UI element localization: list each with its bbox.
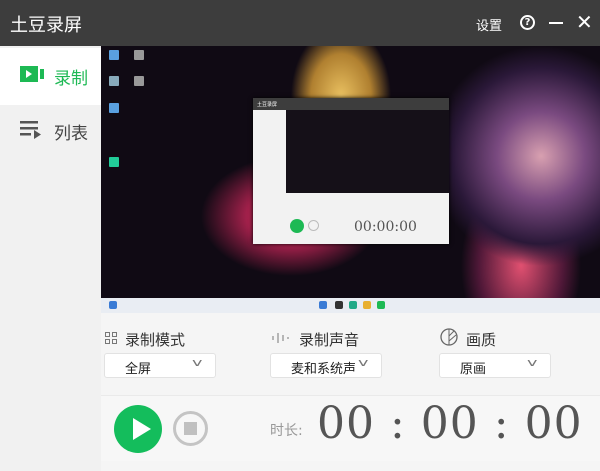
taskbar-icon	[377, 301, 385, 309]
nested-app-window: 土豆录屏 00:00:00	[253, 98, 449, 244]
minimize-icon[interactable]	[549, 22, 563, 24]
desktop-icon	[109, 50, 119, 60]
close-icon[interactable]: ✕	[576, 10, 593, 34]
app-title: 土豆录屏	[10, 15, 82, 36]
record-mode-select[interactable]: 全屏 v	[104, 353, 216, 378]
quality-group: 画质 原画 v	[439, 328, 551, 378]
sidebar-item-list[interactable]: 列表	[0, 103, 101, 160]
duration-timer: 00 : 00 : 00	[317, 398, 583, 449]
audio-wave-icon	[271, 330, 291, 348]
desktop-icon	[109, 76, 119, 86]
quality-icon	[440, 328, 458, 350]
record-audio-group: 录制声音 麦和系统声音v	[270, 329, 382, 378]
nested-preview	[286, 110, 449, 193]
record-audio-select[interactable]: 麦和系统声音v	[270, 353, 382, 378]
nested-stop	[308, 220, 319, 231]
taskbar-icon	[109, 301, 117, 309]
record-mode-label: 录制模式	[125, 330, 186, 349]
taskbar-icon	[363, 301, 371, 309]
grid-icon	[105, 330, 117, 348]
desktop-icon	[109, 157, 119, 167]
record-audio-value: 麦和系统声音	[291, 362, 355, 377]
record-controls: 时长: 00 : 00 : 00	[101, 395, 600, 461]
title-bar: 土豆录屏 设置 ? ✕	[0, 0, 600, 46]
nested-time: 00:00:00	[354, 219, 417, 235]
help-icon[interactable]: ?	[520, 15, 535, 30]
taskbar-icon	[319, 301, 327, 309]
start-record-button[interactable]	[114, 405, 162, 453]
desktop-icon	[134, 50, 144, 60]
record-mode-group: 录制模式 全屏 v	[104, 329, 216, 378]
stop-record-button[interactable]	[173, 411, 208, 446]
settings-button[interactable]: 设置	[476, 15, 502, 34]
sidebar-item-label: 录制	[54, 69, 88, 89]
nested-sidebar	[253, 110, 280, 244]
nested-play	[290, 219, 304, 233]
nested-title: 土豆录屏	[253, 98, 449, 110]
chevron-down-icon: v	[358, 356, 369, 369]
chevron-down-icon: v	[192, 356, 203, 369]
quality-select[interactable]: 原画 v	[439, 353, 551, 378]
quality-label: 画质	[466, 330, 497, 349]
duration-label: 时长:	[270, 423, 303, 439]
sidebar-item-label: 列表	[54, 124, 88, 144]
taskbar-icon	[335, 301, 343, 309]
taskbar-icon	[349, 301, 357, 309]
record-audio-label: 录制声音	[299, 330, 360, 349]
sidebar: 录制 列表	[0, 46, 101, 471]
chevron-down-icon: v	[527, 356, 538, 369]
sidebar-item-record[interactable]: 录制	[0, 48, 101, 105]
screen-preview: 土豆录屏 00:00:00	[101, 46, 600, 313]
list-icon	[20, 119, 46, 144]
desktop-icon	[134, 76, 144, 86]
control-panel: 录制模式 全屏v 录制声音 麦和系统声音v 画质 原画v 时长: 00 : 00…	[101, 313, 600, 471]
quality-value: 原画	[460, 362, 487, 377]
taskbar	[101, 298, 600, 313]
desktop-icon	[109, 103, 119, 113]
record-mode-value: 全屏	[125, 362, 152, 377]
video-camera-icon	[20, 66, 46, 87]
